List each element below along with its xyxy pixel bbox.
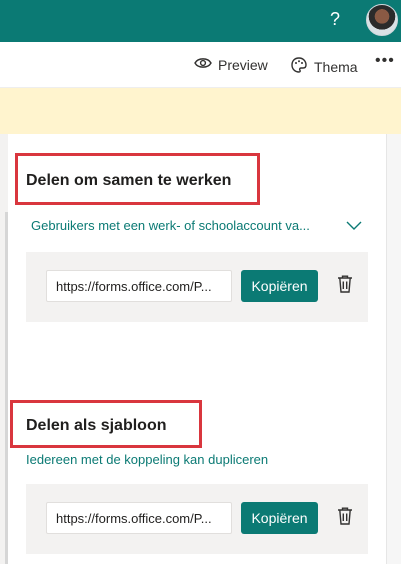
template-copy-button[interactable]: Kopiëren xyxy=(241,502,318,534)
more-options-button[interactable]: ••• xyxy=(375,52,395,70)
collaborate-link-card: https://forms.office.com/P... Kopiëren xyxy=(26,252,368,322)
notice-banner xyxy=(0,88,401,134)
right-gutter xyxy=(386,134,401,564)
help-button[interactable]: ? xyxy=(326,9,344,30)
theme-label: Thema xyxy=(314,58,358,75)
eye-icon xyxy=(194,56,212,73)
section-title-collaborate: Delen om samen te werken xyxy=(26,172,232,189)
preview-button[interactable]: Preview xyxy=(194,56,268,73)
trash-icon[interactable] xyxy=(336,274,354,299)
share-panel: Delen om samen te werken Gebruikers met … xyxy=(0,134,401,564)
top-header: ? xyxy=(0,0,401,42)
user-avatar[interactable] xyxy=(366,4,398,36)
template-scope-text: Iedereen met de koppeling kan dupliceren xyxy=(26,452,269,467)
theme-button[interactable]: Thema xyxy=(290,56,358,77)
collaborate-scope-dropdown[interactable]: Gebruikers met een werk- of schoolaccoun… xyxy=(31,218,363,238)
preview-label: Preview xyxy=(218,56,268,73)
template-link-field[interactable]: https://forms.office.com/P... xyxy=(46,502,232,534)
scrollbar[interactable] xyxy=(5,212,8,564)
form-toolbar: Preview Thema ••• xyxy=(0,42,401,88)
template-link-card: https://forms.office.com/P... Kopiëren xyxy=(26,484,368,554)
trash-icon[interactable] xyxy=(336,506,354,531)
section-title-template: Delen als sjabloon xyxy=(26,417,167,434)
collaborate-scope-value: Gebruikers met een werk- of schoolaccoun… xyxy=(31,218,310,233)
chevron-down-icon xyxy=(346,218,362,235)
collaborate-copy-button[interactable]: Kopiëren xyxy=(241,270,318,302)
collaborate-link-field[interactable]: https://forms.office.com/P... xyxy=(46,270,232,302)
palette-icon xyxy=(290,56,308,77)
